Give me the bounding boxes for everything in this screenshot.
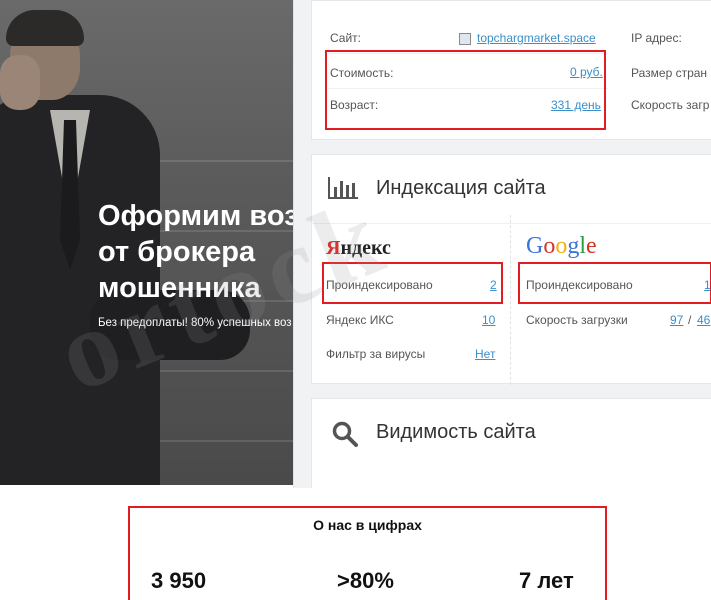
hero-title-line: мошенника	[98, 272, 261, 304]
stat-success: >80%	[337, 568, 394, 593]
stats-title: О нас в цифрах	[313, 517, 422, 533]
bar-chart-icon	[328, 177, 358, 199]
age-label: Возраст:	[330, 98, 379, 112]
load-speed-link-mobile[interactable]: 97	[670, 313, 683, 327]
cost-link[interactable]: 0 руб.	[570, 65, 603, 79]
site-label: Сайт:	[330, 31, 362, 45]
yandex-logo-rest: ндекс	[340, 237, 391, 259]
yandex-logo-initial: Я	[326, 237, 341, 259]
google-logo-letter: l	[579, 233, 587, 259]
row-separator	[328, 53, 608, 54]
hero-banner: Оформим воз от брокера мошенника Без пре…	[0, 0, 300, 485]
hero-title-line: от брокера	[98, 236, 256, 268]
load-speed-separator: /	[688, 313, 692, 327]
virus-filter-link[interactable]: Нет	[475, 347, 495, 361]
speed-label: Скорость загр	[631, 98, 710, 112]
man-hair	[6, 10, 84, 46]
site-link[interactable]: topchargmarket.space	[477, 31, 596, 45]
yandex-iks-label: Яндекс ИКС	[326, 313, 394, 327]
yandex-iks-link[interactable]: 10	[482, 313, 495, 327]
google-indexed-label: Проиндексировано	[526, 278, 633, 292]
man-hand	[0, 55, 40, 110]
google-logo-letter: o	[555, 233, 568, 259]
load-speed-label: Скорость загрузки	[526, 313, 628, 327]
virus-filter-label: Фильтр за вирусы	[326, 347, 426, 361]
google-logo-letter: G	[526, 233, 544, 259]
age-link[interactable]: 331 день	[551, 98, 601, 112]
google-logo-letter: o	[543, 233, 556, 259]
hero-title: Оформим воз от брокера мошенника	[98, 198, 300, 306]
stats-section: О нас в цифрах 3 950 >80% 7 лет	[128, 506, 607, 600]
load-speed-link-desktop[interactable]: 46	[697, 313, 710, 327]
site-analysis-panel: Сайт: topchargmarket.space IP адрес: Сто…	[293, 0, 711, 488]
ip-label: IP адрес:	[631, 31, 682, 45]
yandex-logo: Яндекс	[326, 237, 391, 260]
yandex-indexed-link[interactable]: 2	[490, 278, 497, 292]
hero-title-line: Оформим воз	[98, 200, 299, 232]
row-separator	[328, 88, 608, 89]
google-indexed-link[interactable]: 1	[704, 278, 711, 292]
indexing-title: Индексация сайта	[376, 177, 546, 199]
indexing-card: Индексация сайта Яндекс Проиндексировано…	[311, 154, 711, 385]
google-logo-letter: g	[567, 233, 580, 259]
visibility-title: Видимость сайта	[376, 421, 536, 443]
page-size-label: Размер стран	[631, 66, 708, 80]
column-divider	[510, 215, 511, 385]
search-icon	[332, 421, 358, 447]
site-favicon-icon	[459, 33, 471, 45]
stat-years: 7 лет	[519, 568, 574, 593]
card-header-separator	[312, 223, 711, 224]
yandex-indexed-label: Проиндексировано	[326, 278, 433, 292]
stat-clients: 3 950	[151, 568, 207, 593]
visibility-card: Видимость сайта	[311, 398, 711, 488]
hero-subtitle: Без предоплаты! 80% успешных воз	[98, 317, 292, 329]
cost-label: Стоимость:	[330, 66, 394, 80]
google-logo: Google	[526, 233, 597, 260]
site-info-card: Сайт: topchargmarket.space IP адрес: Сто…	[311, 0, 711, 140]
google-logo-letter: e	[586, 233, 597, 259]
